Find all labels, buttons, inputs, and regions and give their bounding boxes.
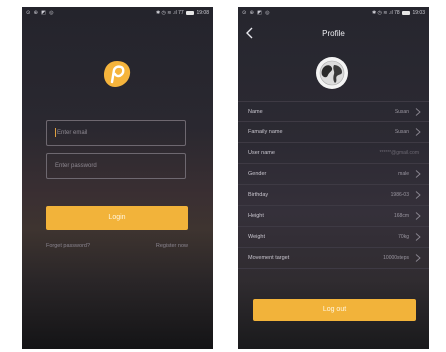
signal-indicators: ✱ ◷ ≋ .ıl 77 [155, 10, 184, 16]
row-value: male [398, 171, 409, 177]
row-label: User name [248, 150, 275, 156]
password-field[interactable]: Enter password [46, 153, 186, 179]
battery-icon [186, 10, 195, 15]
profile-row-name[interactable]: Name Susan [238, 101, 429, 122]
chevron-right-icon [415, 128, 421, 136]
row-value: 168cm [393, 213, 409, 219]
logout-button[interactable]: Log out [253, 299, 416, 321]
status-time: 19:08 [196, 10, 209, 16]
row-label: Famaily name [248, 129, 283, 135]
profile-row-gender[interactable]: Gender male [238, 164, 429, 185]
row-label: Name [248, 109, 263, 115]
status-bar: ⊙ ⊕ ◩ ◎ ✱ ◷ ≋ .ıl 78 19:03 [238, 7, 429, 19]
status-icons: ⊙ ⊕ ◩ ◎ [26, 10, 55, 16]
signal-indicators: ✱ ◷ ≋ .ıl 78 [371, 10, 400, 16]
password-placeholder: Enter password [55, 163, 97, 169]
row-value: Susan [394, 109, 409, 115]
status-icons: ⊙ ⊕ ◩ ◎ [242, 10, 271, 16]
status-right: ✱ ◷ ≋ .ıl 77 19:08 [156, 10, 209, 16]
login-button[interactable]: Login [46, 206, 188, 230]
page-title: Profile [322, 29, 345, 38]
status-time: 19:03 [412, 10, 425, 16]
profile-row-user-name: User name ******@gmail.com [238, 143, 429, 164]
row-label: Height [248, 213, 264, 219]
row-value: Susan [394, 129, 409, 135]
profile-list: Name Susan Famaily name Susan User name … [238, 101, 429, 269]
chevron-right-icon [415, 170, 421, 178]
text-caret [55, 127, 56, 137]
register-link[interactable]: Register now [156, 243, 188, 249]
chevron-right-icon [415, 108, 421, 116]
chevron-right-icon [415, 191, 421, 199]
profile-row-movement-target[interactable]: Movement target 10000steps [238, 248, 429, 269]
row-label: Birthday [248, 192, 269, 198]
row-value: 70kg [398, 234, 409, 240]
forgot-password-link[interactable]: Forget password? [46, 243, 90, 249]
chevron-right-icon [415, 254, 421, 262]
row-value: 1986-03 [390, 192, 409, 198]
profile-row-birthday[interactable]: Birthday 1986-03 [238, 185, 429, 206]
avatar[interactable] [316, 57, 348, 89]
profile-row-family-name[interactable]: Famaily name Susan [238, 122, 429, 143]
profile-screen: ⊙ ⊕ ◩ ◎ ✱ ◷ ≋ .ıl 78 19:03 Profile Name … [238, 7, 429, 349]
email-field[interactable]: Enter email [46, 120, 186, 146]
row-label: Weight [248, 234, 266, 240]
login-screen: ⊙ ⊕ ◩ ◎ ✱ ◷ ≋ .ıl 77 19:08 Enter email E… [22, 7, 213, 349]
battery-icon [402, 10, 411, 15]
row-value: ******@gmail.com [379, 150, 419, 156]
row-label: Gender [248, 171, 267, 177]
row-value: 10000steps [383, 255, 409, 261]
chevron-right-icon [415, 233, 421, 241]
email-placeholder: Enter email [57, 130, 88, 136]
row-label: Movement target [248, 255, 290, 261]
status-right: ✱ ◷ ≋ .ıl 78 19:03 [372, 10, 425, 16]
status-bar: ⊙ ⊕ ◩ ◎ ✱ ◷ ≋ .ıl 77 19:08 [22, 7, 213, 19]
profile-row-height[interactable]: Height 168cm [238, 206, 429, 227]
app-logo-icon [104, 61, 131, 87]
chevron-right-icon [415, 212, 421, 220]
profile-row-weight[interactable]: Weight 70kg [238, 227, 429, 248]
globe-avatar-icon [319, 60, 345, 86]
